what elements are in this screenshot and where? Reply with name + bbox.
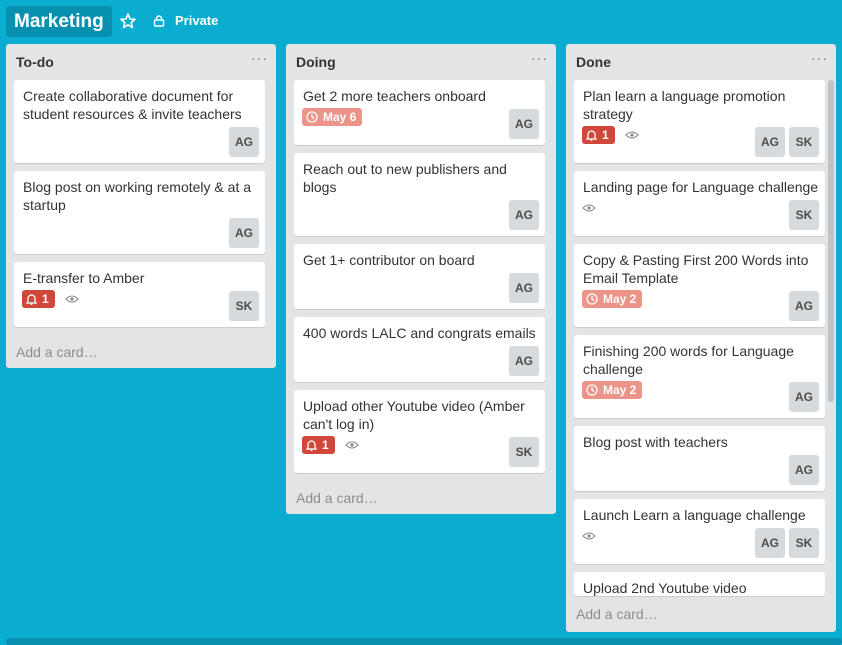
board-header: Marketing Private <box>0 0 842 44</box>
bell-icon <box>306 440 317 451</box>
notification-badge: 1 <box>302 436 335 454</box>
list-menu-icon[interactable]: ··· <box>531 50 548 66</box>
list-menu-icon[interactable]: ··· <box>251 50 268 66</box>
notification-badge: 1 <box>22 290 55 308</box>
avatar[interactable]: AG <box>755 528 785 558</box>
avatar[interactable]: AG <box>509 273 539 303</box>
list-todo: To-do ··· Create collaborative document … <box>6 44 276 368</box>
card-title: Get 1+ contributor on board <box>303 252 475 268</box>
list-menu-icon[interactable]: ··· <box>811 50 828 66</box>
avatar[interactable]: SK <box>509 437 539 467</box>
notification-badge: 1 <box>582 126 615 144</box>
add-card-button[interactable]: Add a card… <box>576 606 658 622</box>
card-title: 400 words LALC and congrats emails <box>303 325 536 341</box>
list-done: Done ··· Plan learn a language promotion… <box>566 44 836 632</box>
bell-icon <box>26 294 37 305</box>
card-title: E-transfer to Amber <box>23 270 145 286</box>
list-header: Doing ··· <box>286 44 556 80</box>
card-title: Plan learn a language promotion strategy <box>583 88 786 122</box>
lock-icon <box>153 15 165 27</box>
visibility-button[interactable]: Private <box>153 11 218 31</box>
board-horizontal-scrollbar[interactable] <box>6 638 842 645</box>
add-card-button[interactable]: Add a card… <box>16 344 98 360</box>
card[interactable]: Upload 2nd Youtube video <box>574 572 825 596</box>
card[interactable]: Create collaborative document for studen… <box>14 80 265 163</box>
eye-icon <box>624 131 639 139</box>
due-date-badge: May 2 <box>582 381 643 399</box>
card-title: Copy & Pasting First 200 Words into Emai… <box>583 252 809 286</box>
card[interactable]: Finishing 200 words for Language challen… <box>574 335 825 418</box>
clock-icon <box>586 293 598 305</box>
avatar[interactable]: AG <box>509 346 539 376</box>
avatar[interactable]: SK <box>229 291 259 321</box>
list-title[interactable]: Doing <box>296 54 336 70</box>
add-card-button[interactable]: Add a card… <box>296 490 378 506</box>
card-title: Blog post with teachers <box>583 434 728 450</box>
eye-icon <box>344 441 359 449</box>
card-title: Upload 2nd Youtube video <box>583 580 747 596</box>
avatar[interactable]: AG <box>509 200 539 230</box>
card[interactable]: Landing page for Language challenge SK <box>574 171 825 236</box>
avatar[interactable]: SK <box>789 528 819 558</box>
card-title: Get 2 more teachers onboard <box>303 88 486 104</box>
list-title[interactable]: To-do <box>16 54 54 70</box>
card-title: Create collaborative document for studen… <box>23 88 242 122</box>
due-date-badge: May 2 <box>582 290 643 308</box>
avatar[interactable]: SK <box>789 127 819 157</box>
avatar[interactable]: AG <box>789 382 819 412</box>
avatar[interactable]: AG <box>229 127 259 157</box>
eye-icon <box>64 295 79 303</box>
card-title: Launch Learn a language challenge <box>583 507 806 523</box>
avatar[interactable]: AG <box>509 109 539 139</box>
list-header: To-do ··· <box>6 44 276 80</box>
list-header: Done ··· <box>566 44 836 80</box>
card[interactable]: Blog post on working remotely & at a sta… <box>14 171 265 254</box>
eye-icon <box>582 204 596 212</box>
list-title[interactable]: Done <box>576 54 611 70</box>
eye-icon <box>582 532 596 540</box>
card[interactable]: Get 2 more teachers onboard May 6 AG <box>294 80 545 145</box>
visibility-label: Private <box>175 13 219 28</box>
card[interactable]: E-transfer to Amber 1 SK <box>14 262 265 327</box>
list-scrollbar[interactable] <box>828 80 834 402</box>
card[interactable]: Get 1+ contributor on board AG <box>294 244 545 309</box>
card[interactable]: Reach out to new publishers and blogs AG <box>294 153 545 236</box>
card[interactable]: Plan learn a language promotion strategy… <box>574 80 825 163</box>
due-date-badge: May 6 <box>302 108 363 126</box>
card-title: Upload other Youtube video (Amber can't … <box>303 398 525 432</box>
card-title: Finishing 200 words for Language challen… <box>583 343 794 377</box>
card[interactable]: Copy & Pasting First 200 Words into Emai… <box>574 244 825 327</box>
bell-icon <box>586 130 597 141</box>
clock-icon <box>306 111 318 123</box>
avatar[interactable]: SK <box>789 200 819 230</box>
card[interactable]: Launch Learn a language challenge AG SK <box>574 499 825 564</box>
avatar[interactable]: AG <box>755 127 785 157</box>
board-title[interactable]: Marketing <box>6 6 112 37</box>
avatar[interactable]: AG <box>229 218 259 248</box>
card[interactable]: Blog post with teachers AG <box>574 426 825 491</box>
card-title: Landing page for Language challenge <box>583 179 819 195</box>
card[interactable]: 400 words LALC and congrats emails AG <box>294 317 545 382</box>
clock-icon <box>586 384 598 396</box>
card-title: Reach out to new publishers and blogs <box>303 161 507 195</box>
avatar[interactable]: AG <box>789 291 819 321</box>
star-icon[interactable] <box>118 11 138 31</box>
card-title: Blog post on working remotely & at a sta… <box>23 179 252 213</box>
list-doing: Doing ··· Get 2 more teachers onboard Ma… <box>286 44 556 514</box>
avatar[interactable]: AG <box>789 455 819 485</box>
card[interactable]: Upload other Youtube video (Amber can't … <box>294 390 545 473</box>
